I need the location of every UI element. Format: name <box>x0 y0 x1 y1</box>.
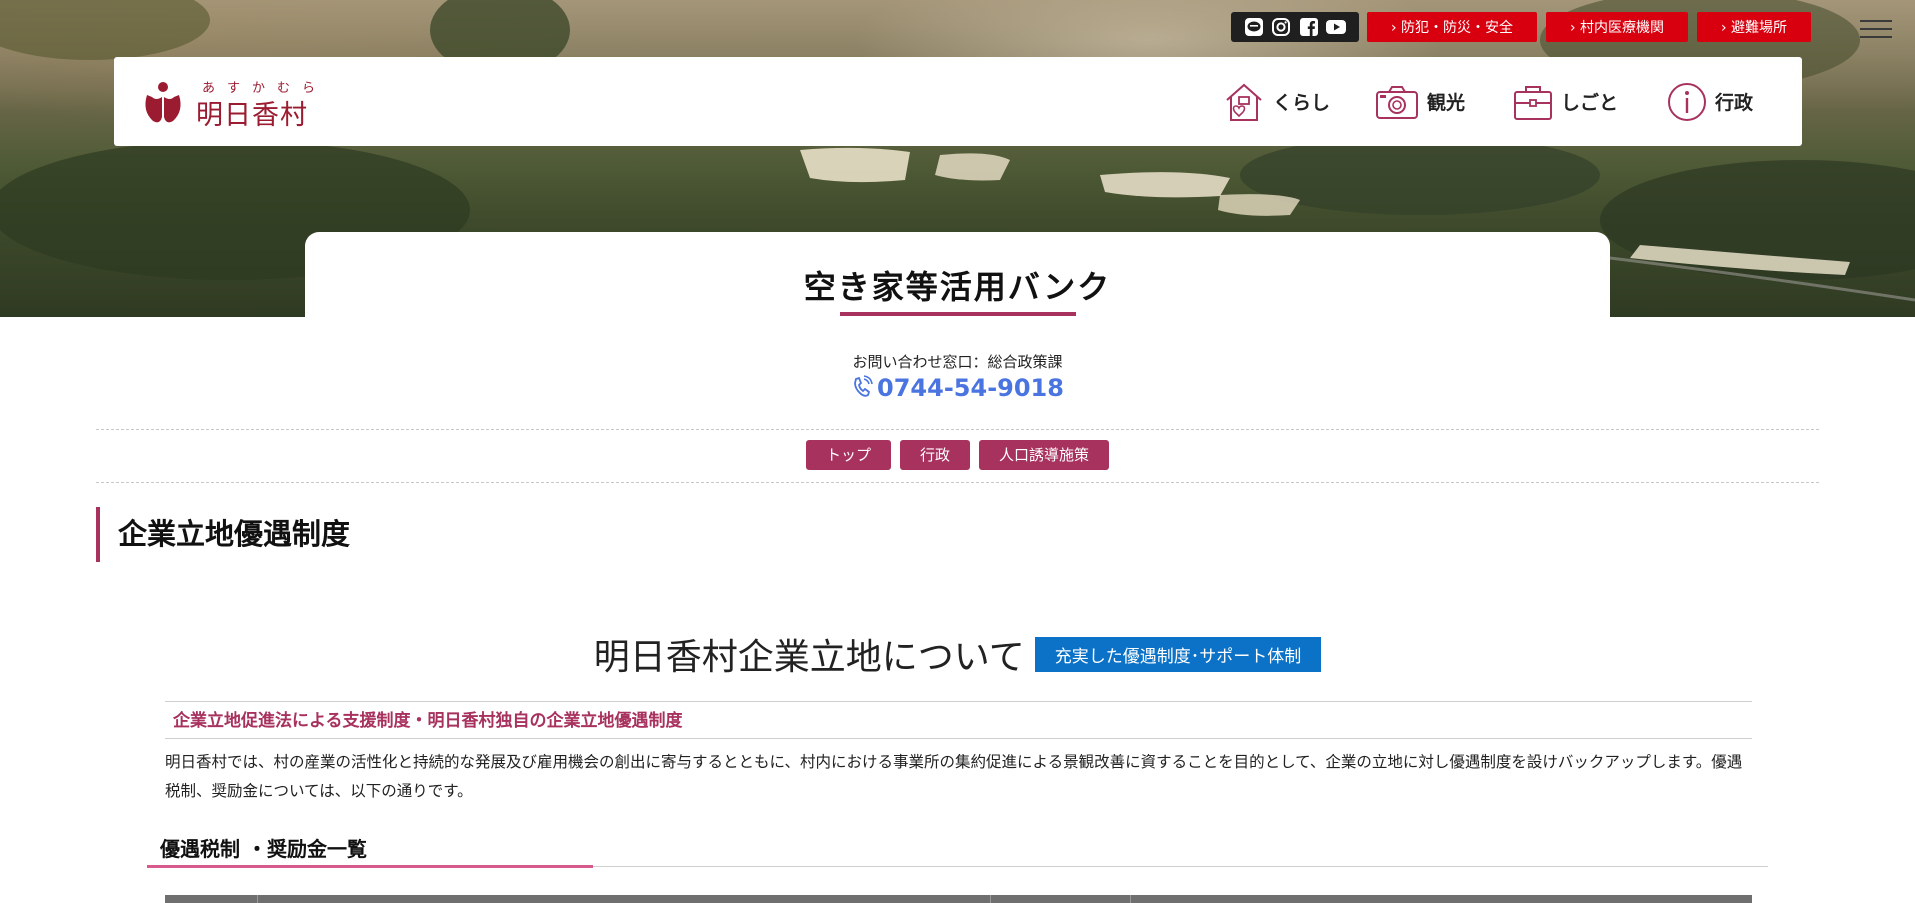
support-subheading: 企業立地促進法による支援制度・明日香村独自の企業立地優遇制度 <box>165 701 1752 739</box>
quick-link-evacuation[interactable]: › 避難場所 <box>1697 12 1811 42</box>
hamburger-menu-icon[interactable] <box>1860 20 1892 40</box>
nav-item-gyosei[interactable]: 行政 <box>1667 57 1753 146</box>
nav-label-shigoto: しごと <box>1561 92 1619 114</box>
instagram-icon[interactable] <box>1270 16 1292 38</box>
title-underline <box>840 312 1076 316</box>
sns-bar <box>1231 12 1359 42</box>
title-card: 空き家等活用バンク <box>305 232 1610 322</box>
nav-label-kurashi: くらし <box>1273 92 1331 114</box>
facebook-icon[interactable] <box>1298 16 1320 38</box>
nav-item-shigoto[interactable]: しごと <box>1513 57 1618 146</box>
heading-accent-rule <box>147 865 593 868</box>
incentive-table-header <box>165 895 1752 903</box>
youtube-icon[interactable] <box>1325 16 1347 38</box>
section-heading: 企業立地優遇制度 <box>96 507 350 562</box>
info-icon <box>1668 82 1706 121</box>
village-emblem-icon <box>145 82 181 123</box>
intro-heading: 明日香村企業立地について <box>593 637 1025 678</box>
quick-link-safety[interactable]: › 防犯・防災・安全 <box>1367 12 1537 42</box>
breadcrumb-top[interactable]: トップ <box>805 440 891 470</box>
breadcrumb: トップ 行政 人口誘導施策 <box>0 440 1915 470</box>
page-title: 空き家等活用バンク <box>803 268 1112 306</box>
intro-heading-row: 明日香村企業立地について 充実した優遇制度･サポート体制 <box>0 628 1915 680</box>
nav-label-kanko: 観光 <box>1427 92 1466 114</box>
site-logo[interactable]: あすかむら 明日香村 <box>138 75 328 131</box>
support-tag: 充実した優遇制度･サポート体制 <box>1034 636 1322 672</box>
line-icon[interactable] <box>1243 16 1265 38</box>
site-header: あすかむら 明日香村 くらし 観光 しごと 行政 <box>114 57 1802 146</box>
breadcrumb-gyosei[interactable]: 行政 <box>899 440 970 470</box>
contact-phone-number: 0744-54-9018 <box>877 374 1064 402</box>
phone-icon <box>854 375 873 397</box>
incentive-list-heading: 優遇税制 ・奨励金一覧 <box>160 837 367 861</box>
divider <box>96 429 1819 430</box>
breadcrumb-jinko[interactable]: 人口誘導施策 <box>979 440 1110 470</box>
divider <box>96 482 1819 483</box>
contact-phone[interactable]: 0744-54-9018 <box>0 374 1915 402</box>
briefcase-icon <box>1514 85 1552 120</box>
nav-item-kurashi[interactable]: くらし <box>1223 57 1330 146</box>
intro-paragraph: 明日香村では、村の産業の活性化と持続的な発展及び雇用機会の創出に寄与するとともに… <box>165 753 1743 800</box>
quick-link-medical[interactable]: › 村内医療機関 <box>1546 12 1688 42</box>
camera-icon <box>1376 85 1418 119</box>
nav-label-gyosei: 行政 <box>1715 92 1754 114</box>
contact-label: お問い合わせ窓口：総合政策課 <box>852 353 1063 371</box>
logo-text: 明日香村 <box>196 100 308 131</box>
house-heart-icon <box>1226 83 1262 121</box>
nav-item-kanko[interactable]: 観光 <box>1375 57 1465 146</box>
